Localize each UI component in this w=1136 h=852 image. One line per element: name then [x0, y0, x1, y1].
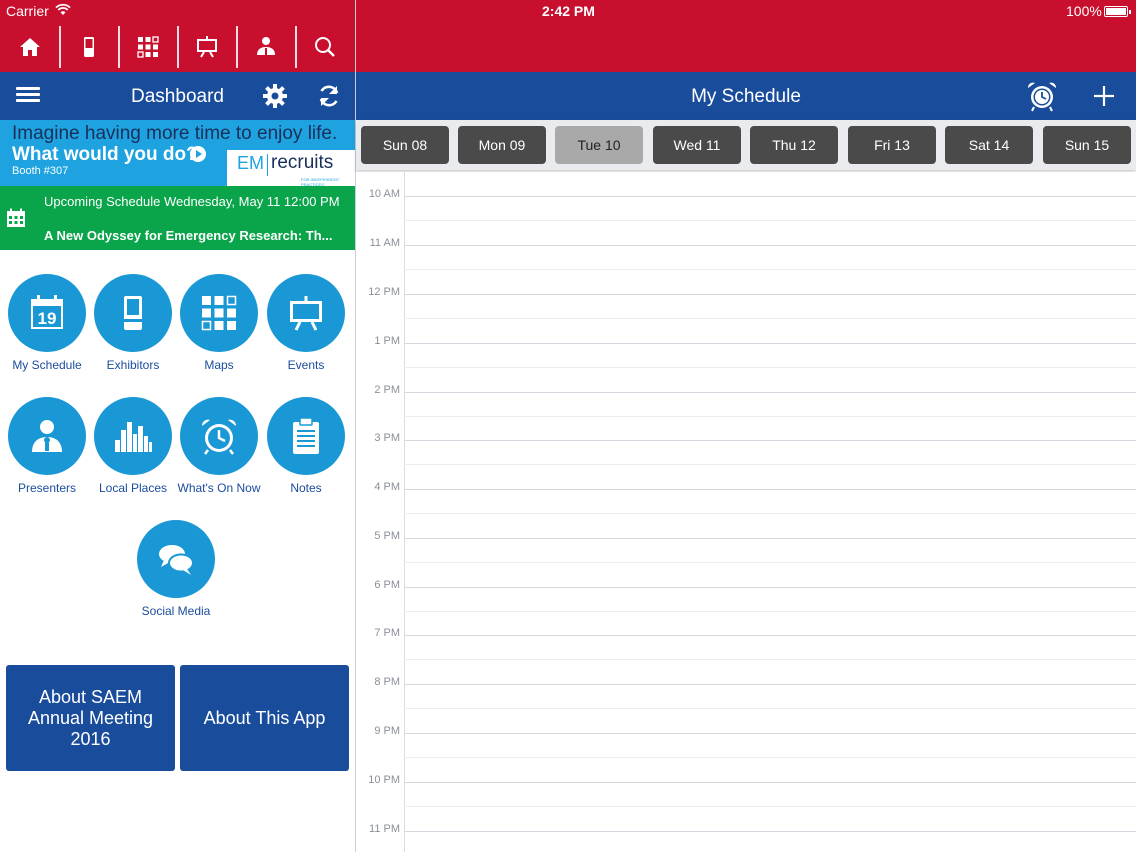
hour-row: 1 PM [356, 335, 1136, 368]
tile-maps[interactable]: Maps [174, 274, 264, 372]
hour-row: 11 AM [356, 237, 1136, 270]
wifi-icon [55, 3, 71, 19]
hour-row: 5 PM [356, 530, 1136, 563]
hour-row: 11 PM [356, 823, 1136, 835]
maps-grid-icon [201, 295, 237, 331]
toolbar-events-button[interactable] [177, 22, 236, 72]
app-root: Carrier Dashboard Imagine having more ti… [0, 0, 1136, 852]
day-tab[interactable]: Thu 12 [750, 126, 838, 164]
exhibitor-booth-icon [124, 296, 142, 330]
home-icon [19, 38, 40, 56]
time-gutter-line [404, 172, 405, 852]
city-skyline-icon [115, 422, 152, 452]
banner-question: What would you do? [12, 144, 198, 165]
tile-local-places[interactable]: Local Places [88, 397, 178, 495]
day-tab[interactable]: Sun 15 [1043, 126, 1131, 164]
hour-row: 3 PM [356, 432, 1136, 465]
carrier-label: Carrier [6, 3, 49, 19]
day-tab[interactable]: Sun 08 [361, 126, 449, 164]
about-this-app-button[interactable]: About This App [180, 665, 349, 771]
tile-exhibitors[interactable]: Exhibitors [88, 274, 178, 372]
exhibitor-booth-icon [83, 37, 94, 57]
clock-time: 2:42 PM [542, 3, 595, 19]
refresh-icon[interactable] [316, 83, 342, 109]
hour-row: 8 PM [356, 676, 1136, 709]
svg-text:19: 19 [38, 309, 57, 328]
status-bar-left: Carrier [0, 0, 355, 22]
hour-row: 4 PM [356, 481, 1136, 514]
hour-row: 6 PM [356, 579, 1136, 612]
day-tab[interactable]: Mon 09 [458, 126, 546, 164]
banner-headline: Imagine having more time to enjoy life. [12, 123, 338, 144]
toolbar-exhibitors-button[interactable] [59, 22, 118, 72]
em-recruits-logo: EM recruits FOR INDEPENDENT PRACTICES [227, 150, 355, 186]
tile-events[interactable]: Events [261, 274, 351, 372]
presenter-icon [256, 37, 275, 56]
play-icon [190, 146, 206, 162]
status-bar-right: 2:42 PM 100% [356, 0, 1136, 22]
hour-row: 7 PM [356, 627, 1136, 660]
schedule-header: My Schedule [356, 72, 1136, 120]
chat-bubbles-icon [159, 545, 194, 575]
gear-icon[interactable] [262, 83, 288, 109]
hour-row: 12 PM [356, 286, 1136, 319]
tile-my-schedule[interactable]: 19 My Schedule [2, 274, 92, 372]
day-selector: Sun 08 Mon 09 Tue 10 Wed 11 Thu 12 Fri 1… [356, 120, 1136, 170]
alarm-clock-icon [201, 419, 237, 455]
top-toolbar [0, 22, 355, 72]
presenter-icon [32, 420, 62, 452]
day-tab[interactable]: Sat 14 [945, 126, 1033, 164]
toolbar-maps-button[interactable] [118, 22, 177, 72]
upcoming-schedule-banner[interactable]: Upcoming Schedule Wednesday, May 11 12:0… [0, 186, 355, 250]
add-event-icon[interactable] [1092, 84, 1116, 108]
battery-percent: 100% [1066, 3, 1102, 19]
dashboard-title: Dashboard [131, 86, 224, 107]
right-header-fill [356, 22, 1136, 72]
schedule-title: My Schedule [691, 86, 801, 107]
maps-grid-icon [136, 36, 159, 58]
banner-booth: Booth #307 [12, 165, 69, 177]
calendar-19-icon: 19 [31, 295, 63, 329]
day-tab[interactable]: Wed 11 [653, 126, 741, 164]
tile-notes[interactable]: Notes [261, 397, 351, 495]
search-icon [314, 37, 335, 57]
notepad-icon [293, 417, 319, 454]
hour-row: 2 PM [356, 384, 1136, 417]
calendar-icon [7, 208, 25, 227]
schedule-grid[interactable]: 10 AM 11 AM 12 PM 1 PM 2 PM 3 PM 4 PM 5 … [356, 172, 1136, 852]
tile-whats-on-now[interactable]: What's On Now [174, 397, 264, 495]
day-tab-selected[interactable]: Tue 10 [555, 126, 643, 164]
hour-row: 9 PM [356, 725, 1136, 758]
upcoming-date: Upcoming Schedule Wednesday, May 11 12:0… [44, 194, 340, 209]
battery-icon [1104, 6, 1131, 17]
upcoming-session-title: A New Odyssey for Emergency Research: Th… [44, 228, 333, 243]
tile-presenters[interactable]: Presenters [2, 397, 92, 495]
left-pane: Carrier Dashboard Imagine having more ti… [0, 0, 355, 852]
toolbar-presenters-button[interactable] [236, 22, 295, 72]
toolbar-home-button[interactable] [0, 22, 59, 72]
hour-row: 10 PM [356, 774, 1136, 807]
hamburger-menu-button[interactable] [14, 84, 42, 108]
day-tab[interactable]: Fri 13 [848, 126, 936, 164]
ad-banner[interactable]: Imagine having more time to enjoy life. … [0, 120, 355, 186]
alarm-clock-icon[interactable] [1026, 80, 1058, 112]
tile-social-media[interactable]: Social Media [131, 520, 221, 618]
dashboard-header: Dashboard [0, 72, 355, 120]
about-saem-button[interactable]: About SAEM Annual Meeting 2016 [6, 665, 175, 771]
events-easel-icon [290, 296, 322, 331]
events-easel-icon [196, 36, 217, 58]
toolbar-search-button[interactable] [295, 22, 354, 72]
hour-row: 10 AM [356, 188, 1136, 221]
